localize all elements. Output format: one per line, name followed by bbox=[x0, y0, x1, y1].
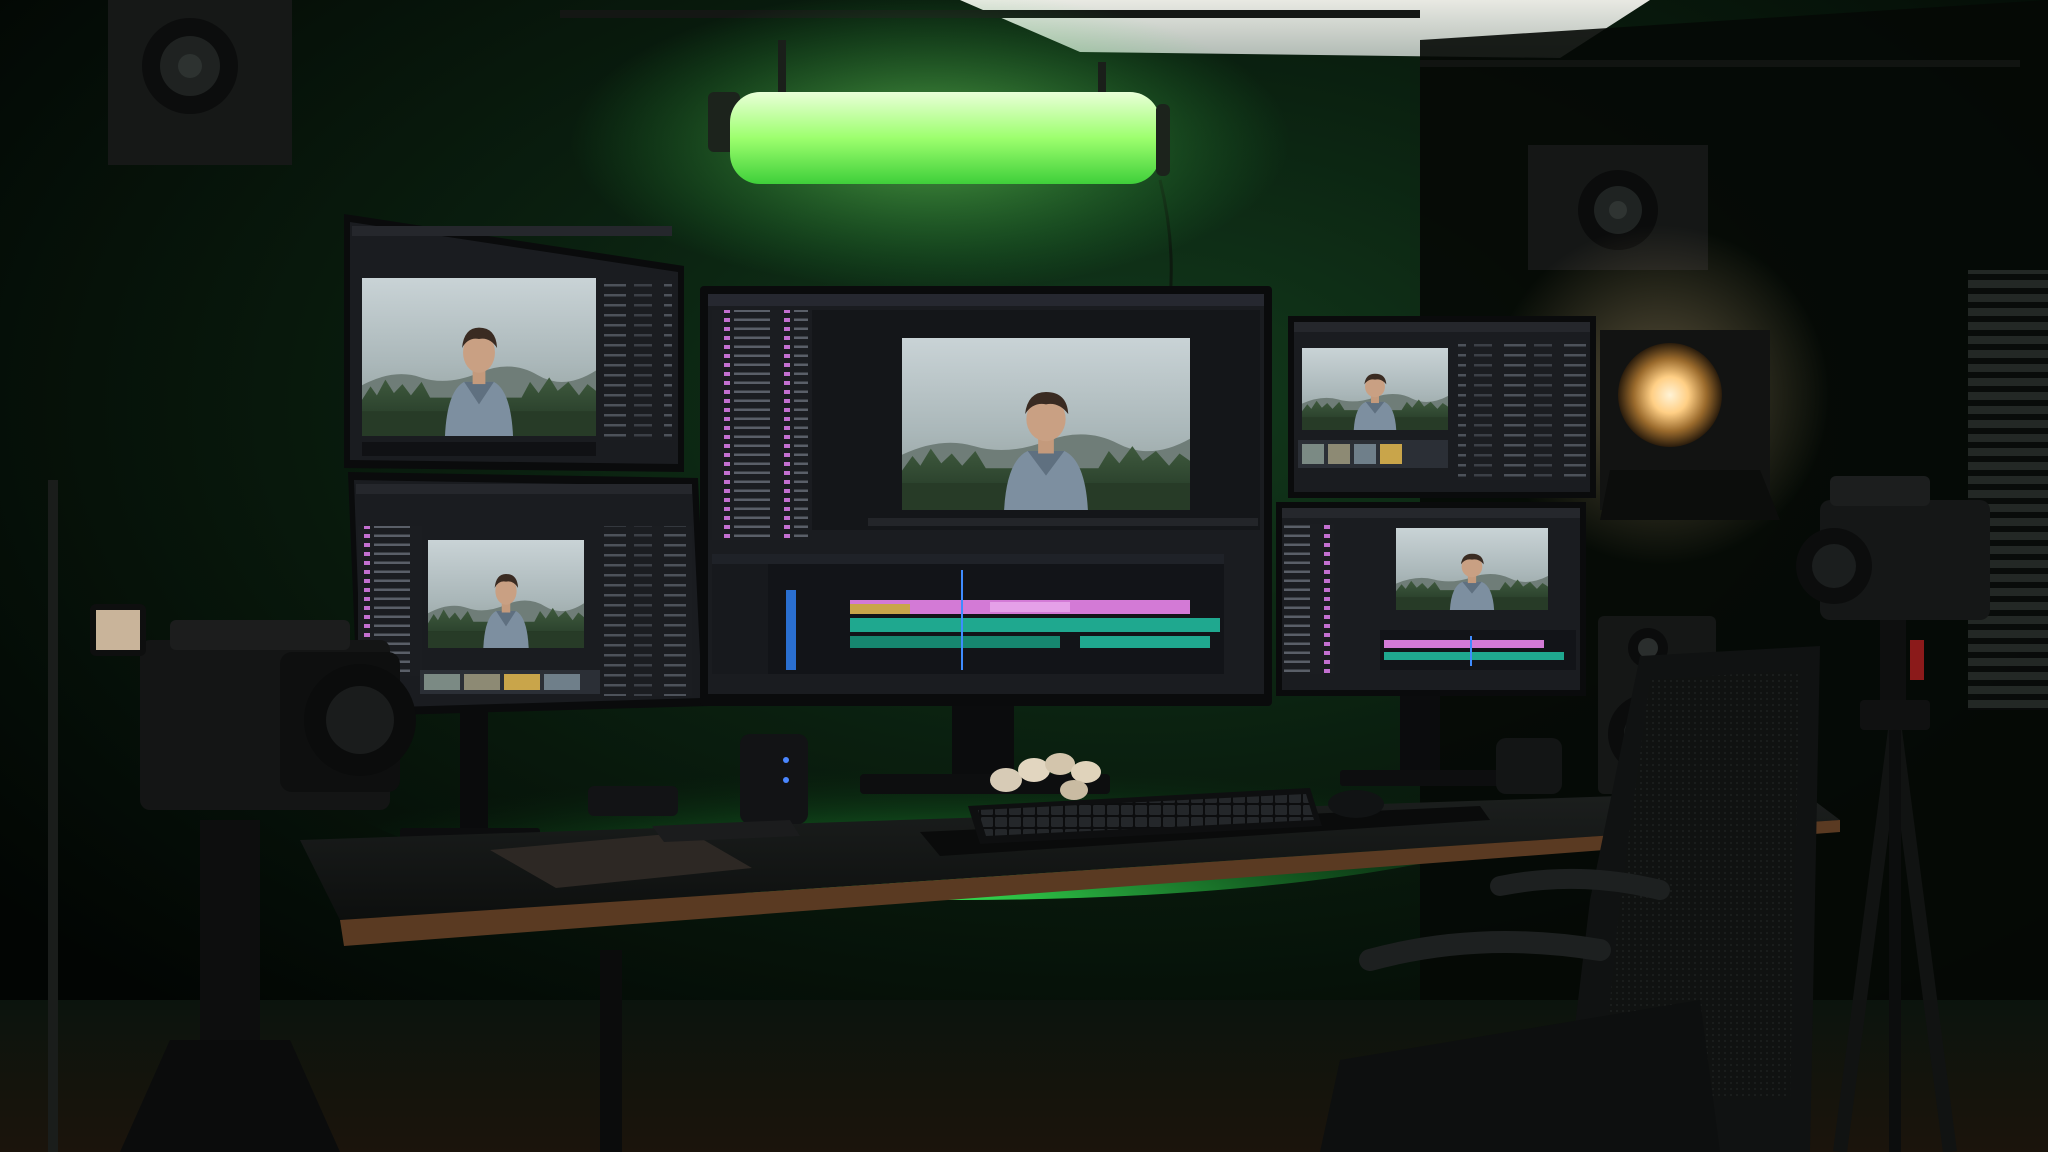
project-panel bbox=[712, 310, 808, 540]
portable-ssd-dock bbox=[740, 734, 808, 824]
timeline-panel bbox=[712, 554, 1260, 674]
hard-drive bbox=[588, 786, 678, 816]
camera-viewfinder-screen bbox=[96, 610, 140, 650]
lens-cap bbox=[1496, 738, 1562, 794]
mouse-icon bbox=[1328, 790, 1384, 818]
light-stand bbox=[48, 480, 58, 1152]
scene-svg bbox=[0, 0, 2048, 1152]
window-blinds bbox=[1968, 270, 2048, 710]
monitor-stand-right bbox=[1400, 696, 1440, 778]
led-tube-light-icon bbox=[570, 0, 1290, 290]
timeline-playhead bbox=[961, 570, 963, 670]
program-monitor-footage bbox=[902, 338, 1190, 510]
ceiling-rail-right bbox=[1420, 60, 2020, 67]
timeline-clip-audio bbox=[850, 618, 1220, 632]
editing-studio-scene bbox=[0, 0, 2048, 1152]
monitor-top-right bbox=[1288, 316, 1596, 498]
